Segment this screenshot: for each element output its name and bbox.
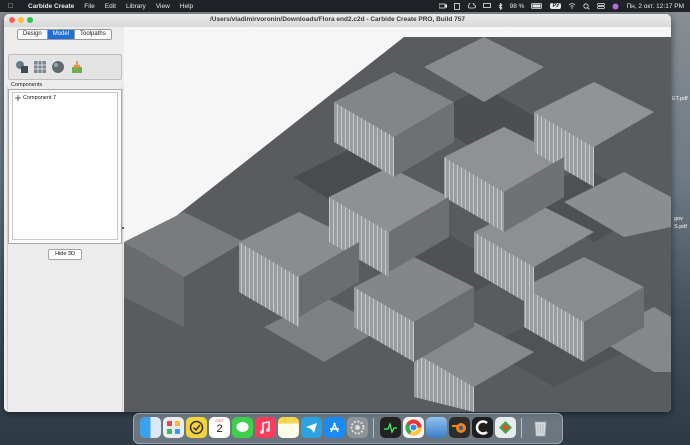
3d-viewport[interactable] [124,27,671,412]
app-store-icon[interactable] [324,417,345,438]
components-list: Component 7 [12,92,118,240]
display-icon[interactable] [482,3,491,9]
notes-icon[interactable] [453,2,460,10]
apple-menu-icon[interactable]:  [8,3,18,10]
cloud-icon[interactable] [467,3,476,9]
battery-percent[interactable]: 98 % [510,3,525,10]
menu-edit[interactable]: Edit [105,3,116,10]
keyboard-layout-badge[interactable]: РУ [550,3,562,9]
reminders-icon[interactable] [186,417,207,438]
desktop-file-label[interactable]: ET.pdf [672,96,688,102]
telegram-icon[interactable] [301,417,322,438]
shape-tool-icon[interactable] [15,60,29,74]
menu-help[interactable]: Help [180,3,193,10]
move-icon [15,95,21,101]
search-icon[interactable] [583,2,591,10]
launchpad-icon[interactable] [163,417,184,438]
finder-icon[interactable] [140,417,161,438]
blender-icon[interactable] [449,417,470,438]
menu-view[interactable]: View [156,3,170,10]
messages-icon[interactable] [232,417,253,438]
carbide-motion-icon[interactable] [495,417,516,438]
desktop-file-label[interactable]: gov [674,216,683,222]
system-settings-icon[interactable] [347,417,368,438]
music-icon[interactable] [255,417,276,438]
desktop-file-label[interactable]: S.pdf [674,224,687,230]
model-toolbox [8,54,122,80]
calendar-icon[interactable]: ОКТ 2 [209,417,230,438]
tab-toolpaths[interactable]: Toolpaths [75,30,111,39]
battery-icon[interactable] [531,3,543,9]
window-titlebar[interactable]: /Users/vladimirvoronin/Downloads/Flora e… [4,14,671,28]
wifi-icon[interactable] [568,3,576,9]
dock: ОКТ 2 [133,413,563,444]
components-panel: Component 7 [8,89,122,244]
camera-icon[interactable] [438,3,447,9]
hide-3d-button[interactable]: Hide 3D [48,249,82,260]
calendar-day: 2 [216,423,223,435]
menu-bar:  Carbide Create File Edit Library View … [0,0,690,12]
grid-tool-icon[interactable] [33,60,47,74]
dock-separator [373,418,374,438]
control-center-icon[interactable] [597,3,606,9]
preview-icon[interactable] [426,417,447,438]
menu-file[interactable]: File [84,3,94,10]
siri-icon[interactable] [612,3,619,10]
window-title: /Users/vladimirvoronin/Downloads/Flora e… [209,16,465,23]
carbide-create-icon[interactable] [472,417,493,438]
tab-model[interactable]: Model [47,30,76,39]
component-label: Component 7 [23,95,57,101]
menu-datetime[interactable]: Пн, 2 окт. 12:17 PM [626,3,684,10]
mode-tabs: Design Model Toolpaths [17,29,112,40]
app-window: /Users/vladimirvoronin/Downloads/Flora e… [4,14,671,412]
dock-separator [521,418,522,438]
notes-app-icon[interactable] [278,417,299,438]
tab-design[interactable]: Design [18,30,48,39]
menu-app-name[interactable]: Carbide Create [28,3,74,10]
import-tool-icon[interactable] [70,60,84,74]
list-item[interactable]: Component 7 [15,95,56,101]
bluetooth-icon[interactable] [498,2,503,10]
chrome-icon[interactable] [403,417,424,438]
sphere-tool-icon[interactable] [51,60,65,74]
trash-icon[interactable] [530,417,551,438]
left-panel: Design Model Toolpaths Components Compon… [4,27,124,412]
menu-library[interactable]: Library [126,3,146,10]
activity-monitor-icon[interactable] [380,417,401,438]
3d-relief-model [124,37,671,412]
